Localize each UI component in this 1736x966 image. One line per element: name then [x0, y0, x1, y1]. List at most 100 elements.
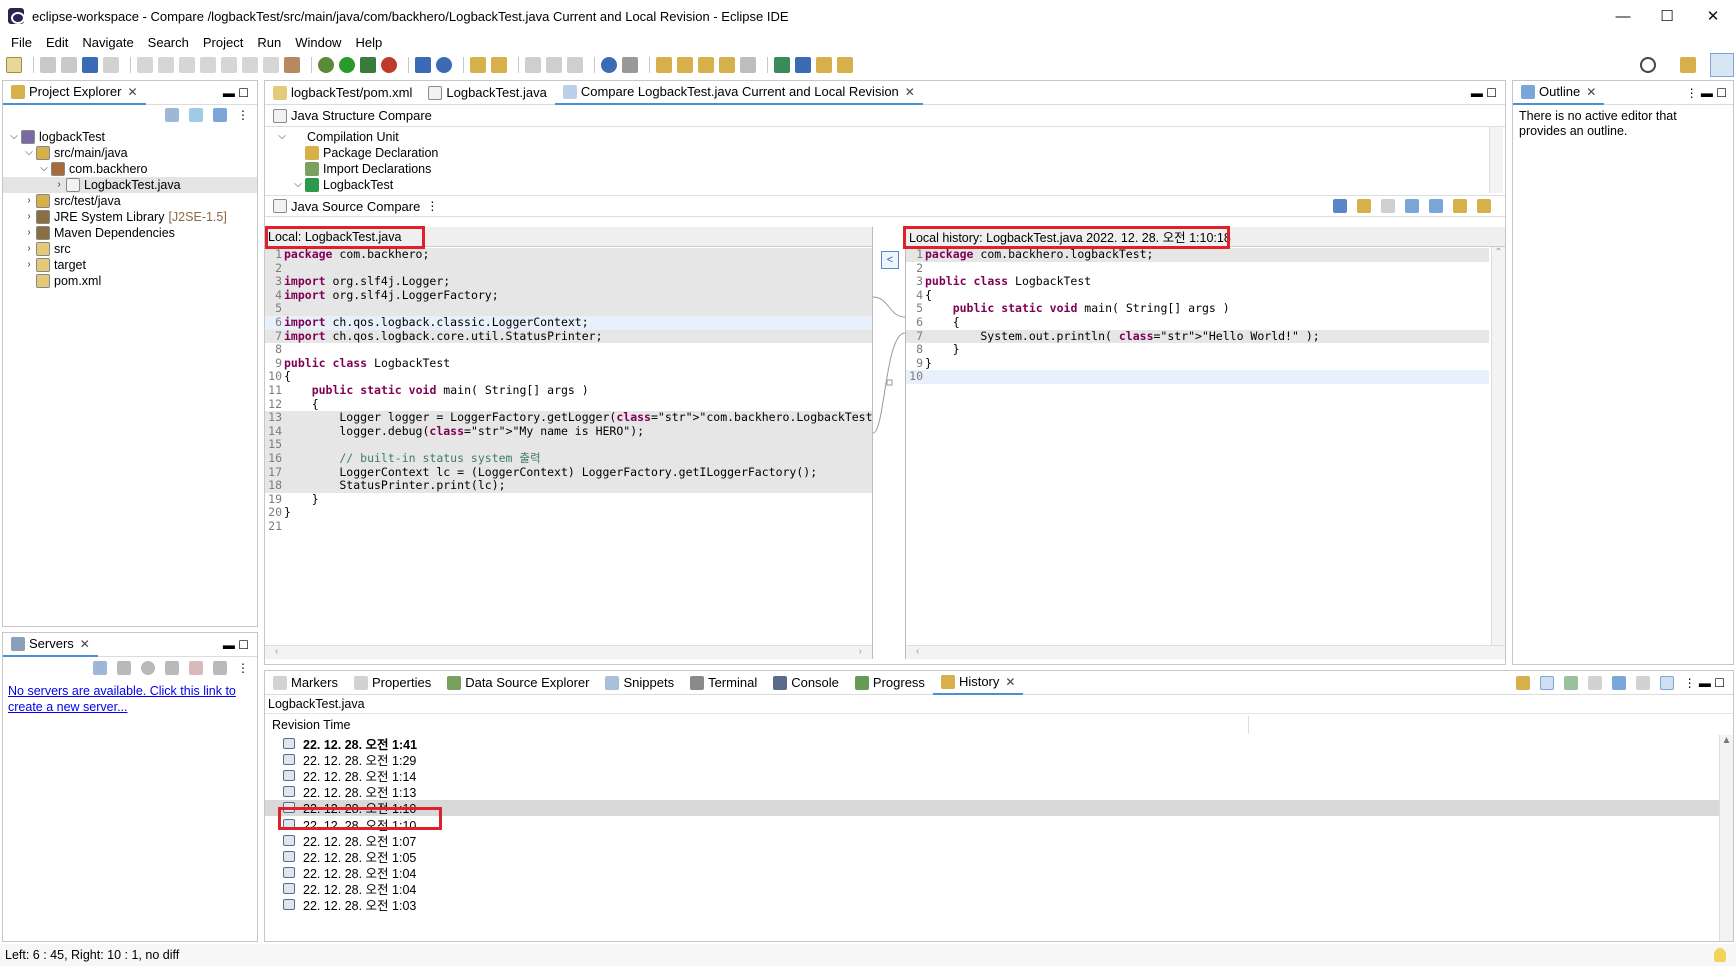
suspend-icon[interactable]: [158, 57, 174, 73]
code-line[interactable]: 5: [265, 302, 872, 316]
history-row[interactable]: 22. 12. 28. 오전 1:04: [265, 865, 1733, 881]
tab-terminal[interactable]: Terminal: [682, 671, 765, 695]
save-all-icon[interactable]: [61, 57, 77, 73]
tree-item[interactable]: › src: [3, 241, 257, 257]
close-icon[interactable]: ✕: [1586, 85, 1596, 99]
revision-time-column-header[interactable]: Revision Time: [265, 713, 1733, 735]
tree-item[interactable]: ⌵ src/main/java: [3, 145, 257, 161]
right-compare-pane[interactable]: Local history: LogbackTest.java 2022. 12…: [905, 227, 1505, 659]
pin-editor-icon[interactable]: [774, 57, 790, 73]
maximize-button[interactable]: ☐: [1644, 0, 1690, 32]
collapse-all-icon[interactable]: [93, 661, 107, 675]
code-line[interactable]: 17 LoggerContext lc = (LoggerContext) Lo…: [265, 465, 872, 480]
expand-icon[interactable]: ›: [22, 209, 36, 225]
code-line[interactable]: 15: [265, 438, 872, 452]
menu-run[interactable]: Run: [250, 35, 288, 50]
code-line[interactable]: 16 // built-in status system 출력: [265, 451, 872, 466]
expand-icon[interactable]: ⌵: [22, 145, 36, 161]
code-line[interactable]: 21: [265, 519, 872, 534]
structure-item[interactable]: Package Declaration: [275, 145, 1505, 161]
editor-tab-logbacktest[interactable]: LogbackTest.java: [420, 81, 554, 105]
link-with-editor-icon[interactable]: [189, 108, 203, 122]
structure-item[interactable]: ⌵ Compilation Unit: [275, 129, 1505, 145]
history-row[interactable]: 22. 12. 28. 오전 1:07: [265, 832, 1733, 849]
minimize-button[interactable]: —: [1600, 0, 1646, 32]
drop-to-frame-icon[interactable]: [284, 57, 300, 73]
code-line[interactable]: 8 }: [906, 343, 1489, 357]
code-line[interactable]: 18 StatusPrinter.print(lc);: [265, 478, 872, 493]
code-line[interactable]: 6 {: [906, 315, 1489, 330]
skip-breakpoints-icon[interactable]: [103, 57, 119, 73]
new-icon[interactable]: [6, 57, 22, 73]
coverage-icon[interactable]: [360, 57, 376, 73]
code-line[interactable]: 5 public static void main( String[] args…: [906, 302, 1489, 316]
expand-icon[interactable]: ›: [52, 177, 66, 193]
expand-icon[interactable]: ⌵: [7, 129, 21, 145]
search-icon[interactable]: [1640, 57, 1656, 73]
menu-edit[interactable]: Edit: [39, 35, 75, 50]
history-list[interactable]: 22. 12. 28. 오전 1:41 22. 12. 28. 오전 1:29 22…: [265, 735, 1733, 913]
compare-mode-icon[interactable]: [1587, 675, 1602, 690]
tree-item[interactable]: › JRE System Library [J2SE-1.5]: [3, 209, 257, 225]
history-row[interactable]: 22. 12. 28. 오전 1:14: [265, 767, 1733, 784]
history-icon[interactable]: [837, 57, 853, 73]
history-row[interactable]: 22. 12. 28. 오전 1:13: [265, 784, 1733, 800]
next-change-icon[interactable]: [1453, 199, 1467, 213]
minimize-view-icon[interactable]: ▬ ☐: [223, 86, 249, 100]
code-line[interactable]: 4{: [906, 288, 1489, 303]
previous-annotation-icon[interactable]: [677, 57, 693, 73]
expand-icon[interactable]: ⌵: [275, 129, 289, 145]
debug-server-icon[interactable]: [117, 661, 131, 675]
history-row[interactable]: 22. 12. 28. 오전 1:10: [265, 816, 1733, 833]
new-java-project-icon[interactable]: [415, 57, 431, 73]
terminal-icon[interactable]: [82, 57, 98, 73]
copy-current-change-icon[interactable]: [1381, 199, 1395, 213]
close-icon[interactable]: ✕: [1005, 675, 1015, 689]
project-explorer-tab[interactable]: Project Explorer ✕: [3, 80, 146, 105]
terminate-icon[interactable]: [179, 57, 195, 73]
left-code[interactable]: 1 package com.backhero; 2 3 import org.slf4j…: [265, 247, 893, 534]
previous-difference-icon[interactable]: [1429, 199, 1443, 213]
tab-snippets[interactable]: Snippets: [597, 671, 682, 695]
tab-markers[interactable]: Markers: [265, 671, 346, 695]
code-line[interactable]: 7 System.out.println( class="str">"Hello…: [906, 329, 1489, 344]
outline-tab[interactable]: Outline ✕: [1513, 80, 1605, 105]
step-over-icon[interactable]: [242, 57, 258, 73]
left-horizontal-scrollbar[interactable]: ‹ ›: [265, 645, 872, 659]
structure-item[interactable]: ⌵ LogbackTest: [275, 177, 1505, 193]
stop-server-icon[interactable]: [189, 661, 203, 675]
minimize-editor-icon[interactable]: ▬ ☐: [1471, 86, 1497, 100]
code-line[interactable]: 11 public static void main( String[] arg…: [265, 383, 872, 398]
code-line[interactable]: 19 }: [265, 492, 872, 507]
refresh-icon[interactable]: [1515, 675, 1530, 690]
tab-console[interactable]: Console: [765, 671, 847, 695]
menu-window[interactable]: Window: [288, 35, 348, 50]
new-class-icon[interactable]: [436, 57, 452, 73]
close-icon[interactable]: ✕: [127, 85, 137, 99]
java-perspective-icon[interactable]: [1710, 53, 1734, 77]
code-line[interactable]: 1 package com.backhero;: [265, 247, 872, 262]
layout-icon[interactable]: [1659, 675, 1674, 690]
expand-icon[interactable]: ›: [22, 225, 36, 241]
view-menu-icon[interactable]: ⋮: [237, 661, 249, 675]
minimize-view-icon[interactable]: ▬ ☐: [223, 638, 249, 652]
close-icon[interactable]: ✕: [80, 637, 90, 651]
history-row[interactable]: 22. 12. 28. 오전 1:05: [265, 848, 1733, 865]
code-line[interactable]: 14 logger.debug(class="str">"My name is …: [265, 424, 872, 439]
tree-item[interactable]: › target: [3, 257, 257, 273]
code-line[interactable]: 9 public class LogbackTest: [265, 356, 872, 371]
group-by-date-icon[interactable]: [1611, 675, 1626, 690]
last-edit-location-icon[interactable]: [698, 57, 714, 73]
code-line[interactable]: 6 import ch.qos.logback.classic.LoggerCon…: [265, 315, 872, 330]
structure-item[interactable]: Import Declarations: [275, 161, 1505, 177]
two-way-compare-icon[interactable]: [1333, 199, 1347, 213]
link-with-editor-icon[interactable]: [1539, 675, 1554, 690]
resume-icon[interactable]: [137, 57, 153, 73]
toggle-mark-occurrences-icon[interactable]: [525, 57, 541, 73]
history-scrollbar[interactable]: ▲: [1719, 735, 1733, 941]
filter-icon[interactable]: [213, 108, 227, 122]
open-task-icon[interactable]: [491, 57, 507, 73]
tree-item[interactable]: › src/test/java: [3, 193, 257, 209]
editor-tab-compare[interactable]: Compare LogbackTest.java Current and Loc…: [554, 80, 923, 105]
code-line[interactable]: 10: [906, 370, 1489, 384]
